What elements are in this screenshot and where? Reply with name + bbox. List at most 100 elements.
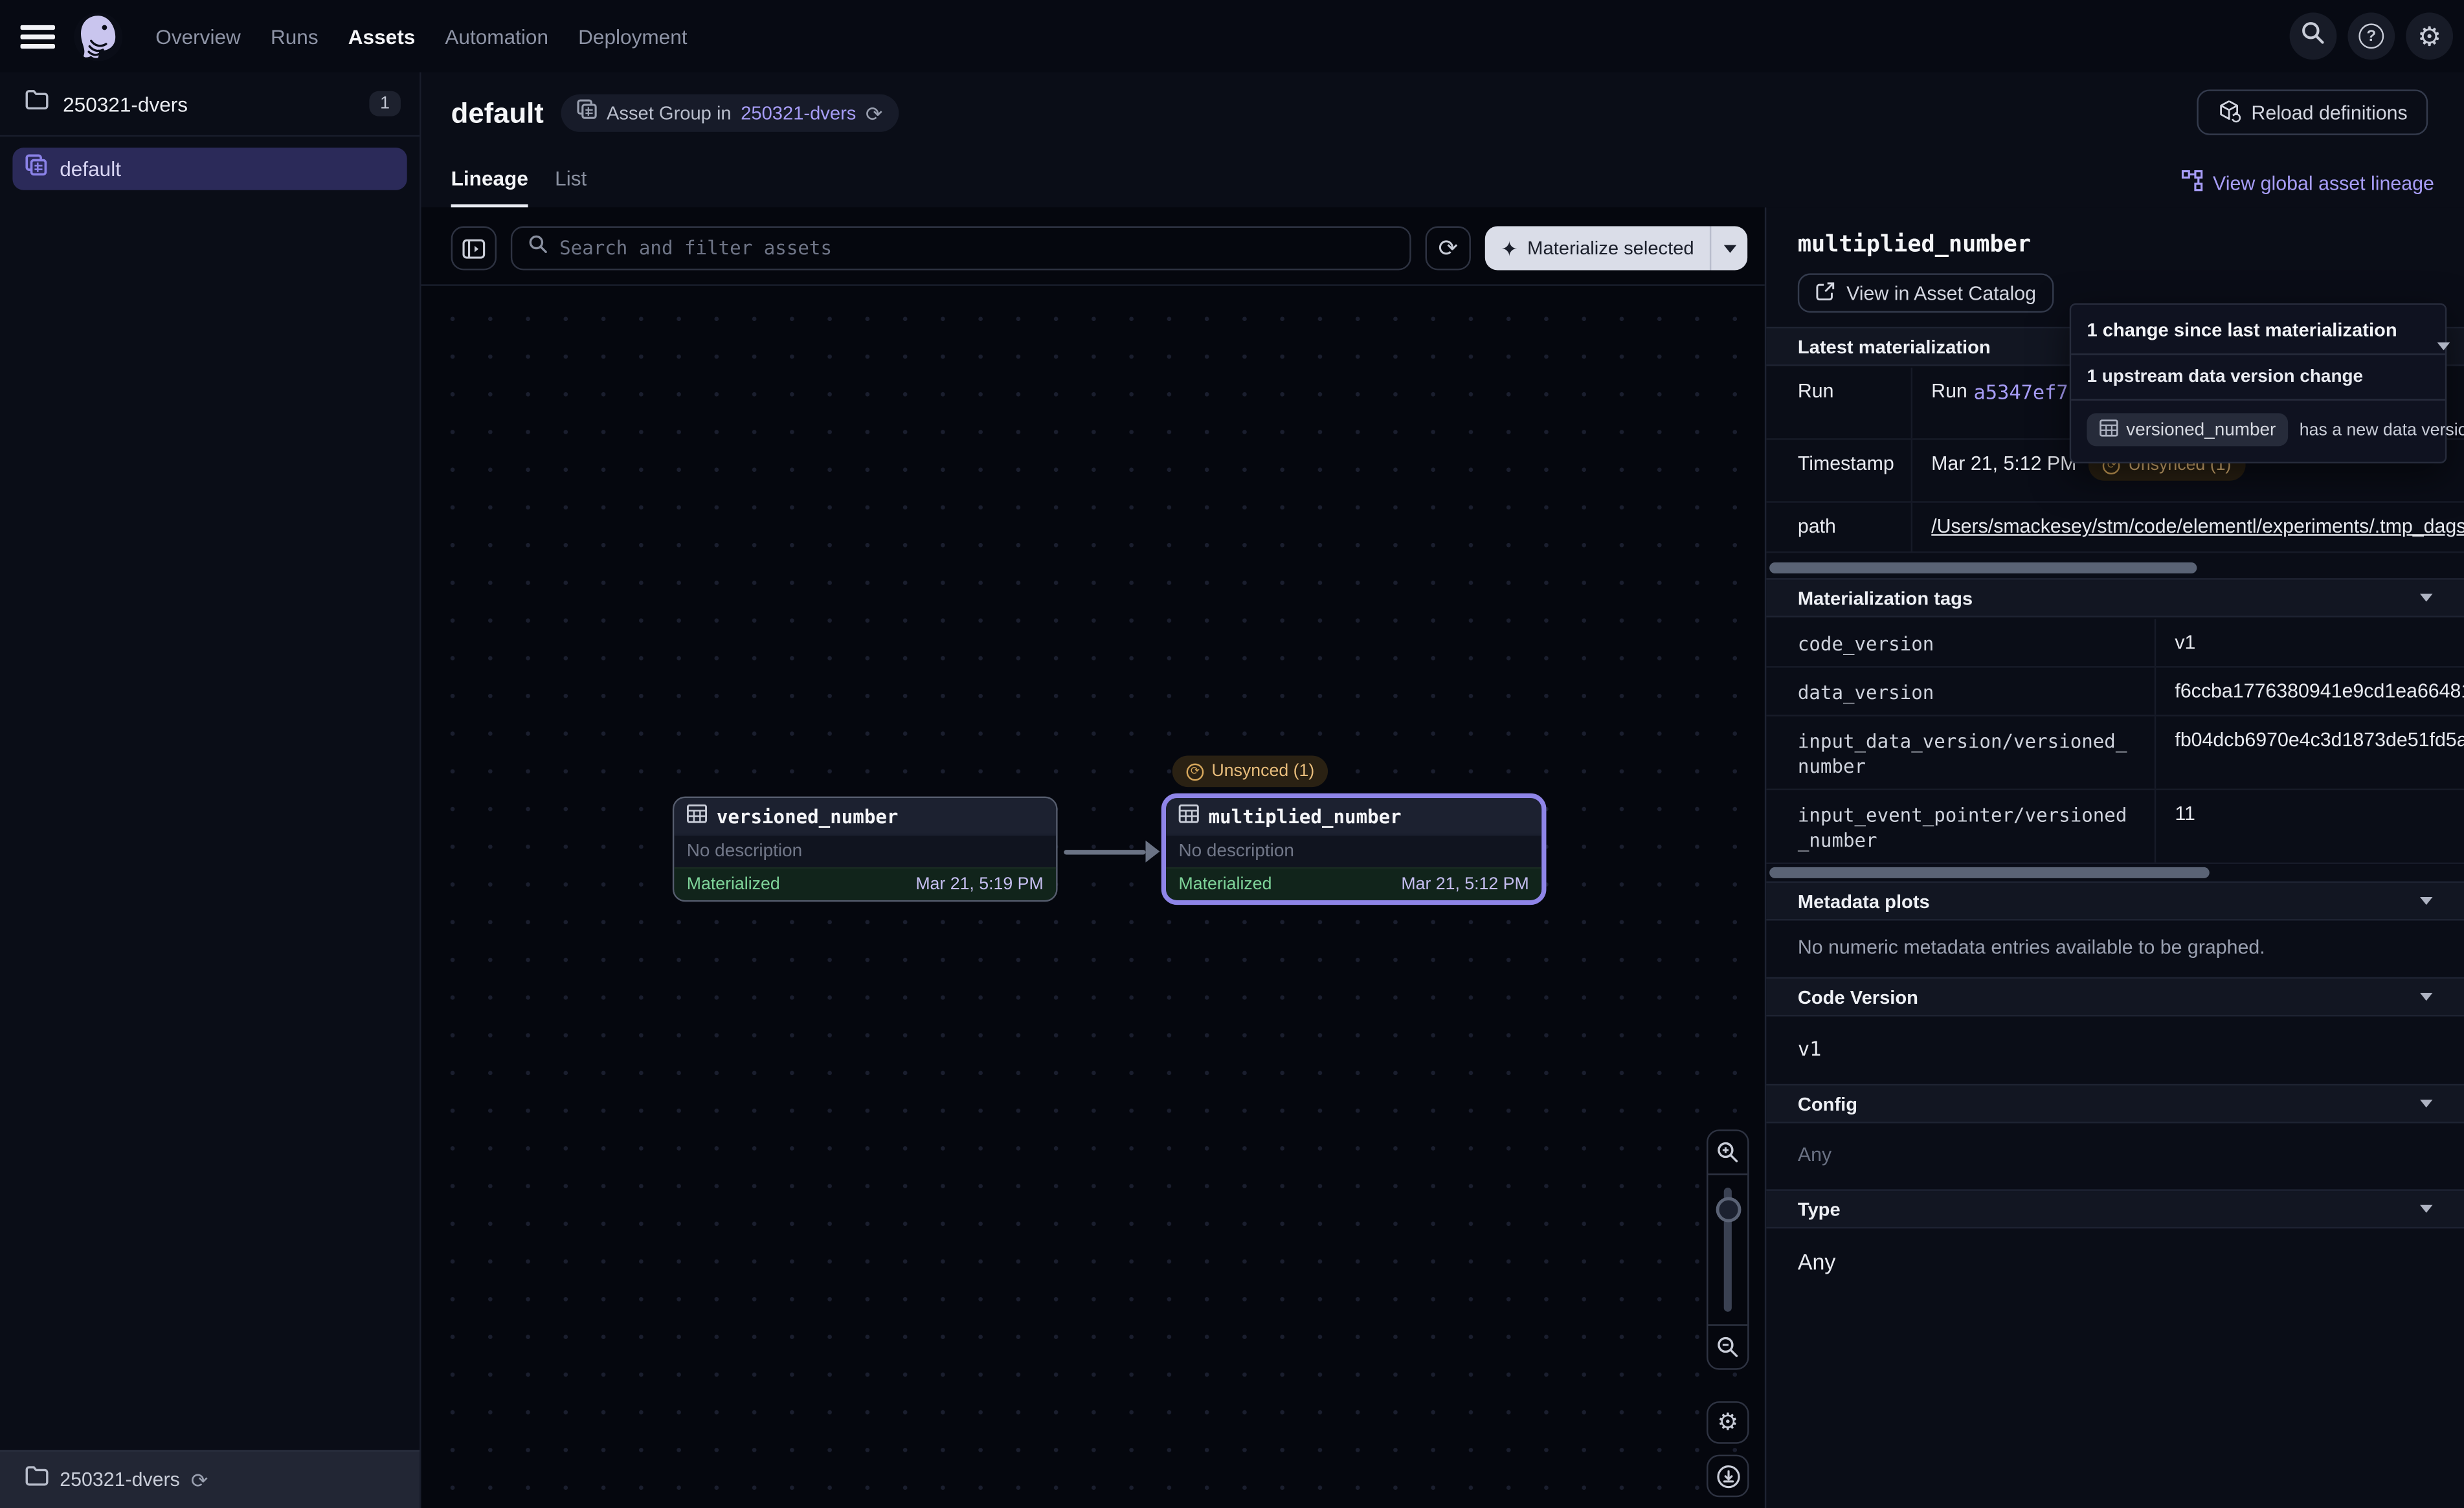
zoom-slider-knob[interactable] <box>1715 1197 1740 1223</box>
materialize-selected-button[interactable]: ✦ Materialize selected <box>1485 227 1710 271</box>
tab-lineage[interactable]: Lineage <box>451 166 528 207</box>
search-input[interactable] <box>559 238 1394 260</box>
tag-value: fb04dcb6970e4c3d1873de51fd5a5 <box>2156 716 2464 789</box>
view-global-asset-lineage-link[interactable]: View global asset lineage <box>2181 170 2434 196</box>
table-icon <box>2100 419 2118 441</box>
run-id-link[interactable]: a5347ef7 <box>1974 380 2068 403</box>
asset-pill[interactable]: versioned_number <box>2087 413 2288 446</box>
asset-group-badge[interactable]: Asset Group in 250321-dvers ⟳ <box>561 94 899 132</box>
tooltip-heading: 1 change since last materialization <box>2071 305 2445 355</box>
section-code-version[interactable]: Code Version <box>1766 977 2464 1017</box>
dagster-logo-icon[interactable] <box>74 12 122 60</box>
section-metadata-plots[interactable]: Metadata plots <box>1766 882 2464 921</box>
zoom-controls: ⚙ <box>1707 1129 1749 1497</box>
table-icon <box>1178 802 1199 830</box>
asset-node-multiplied-number[interactable]: multiplied_number No description Materia… <box>1161 793 1547 905</box>
tab-list[interactable]: List <box>555 166 587 207</box>
tag-value: v1 <box>2156 619 2464 666</box>
tag-value: f6ccba1776380941e9cd1ea66481d <box>2156 668 2464 715</box>
lineage-graph-canvas[interactable]: ⟳ ✦ Materialize selected ⟳ Unsynced (1) <box>421 207 1765 1508</box>
zoom-slider[interactable] <box>1708 1173 1747 1325</box>
section-title: Type <box>1798 1198 2420 1220</box>
asset-details-panel: multiplied_number View in Asset Catalog … <box>1765 207 2464 1508</box>
toggle-sidebar-panel-button[interactable] <box>451 227 497 271</box>
global-lineage-label: View global asset lineage <box>2213 172 2434 194</box>
view-in-asset-catalog-button[interactable]: View in Asset Catalog <box>1798 273 2054 313</box>
tooltip-subheading: 1 upstream data version change <box>2071 355 2445 401</box>
page-title: default <box>451 96 544 129</box>
reload-definitions-button[interactable]: Reload definitions <box>2196 89 2428 135</box>
search-icon <box>528 234 549 263</box>
code-version-value: v1 <box>1798 1037 1822 1060</box>
download-graph-button[interactable] <box>1707 1455 1749 1498</box>
tag-row: code_version v1 <box>1766 619 2464 667</box>
refresh-icon[interactable]: ⟳ <box>191 1470 208 1491</box>
settings-button[interactable]: ⚙ <box>2406 12 2453 60</box>
search-button[interactable] <box>2290 12 2337 60</box>
tag-value: 11 <box>2156 790 2464 863</box>
nav-links: Overview Runs Assets Automation Deployme… <box>155 25 687 48</box>
horizontal-scrollbar[interactable] <box>1769 562 2197 573</box>
hamburger-menu-icon[interactable] <box>21 19 55 53</box>
help-button[interactable]: ? <box>2347 12 2395 60</box>
badge-repo-link[interactable]: 250321-dvers <box>741 102 856 124</box>
nav-deployment[interactable]: Deployment <box>578 25 687 48</box>
badge-prefix: Asset Group in <box>607 102 732 124</box>
table-icon <box>687 802 708 830</box>
type-value: Any <box>1798 1249 1836 1274</box>
asset-node-timestamp: Mar 21, 5:12 PM <box>1401 875 1529 894</box>
search-icon <box>2301 19 2326 52</box>
help-icon: ? <box>2358 23 2384 49</box>
sidebar-repo-name: 250321-dvers <box>63 92 369 115</box>
tag-key: code_version <box>1766 619 2156 666</box>
metadata-plots-empty-state: No numeric metadata entries available to… <box>1798 937 2265 959</box>
tag-row: input_data_version/versioned_number fb04… <box>1766 716 2464 790</box>
asset-node-status: Materialized <box>687 875 780 894</box>
row-label: path <box>1766 503 1912 551</box>
tag-key: input_data_version/versioned_number <box>1766 716 2156 789</box>
unsynced-label: Unsynced (1) <box>1211 762 1314 781</box>
tag-row: input_event_pointer/versioned_number 11 <box>1766 790 2464 864</box>
refresh-graph-button[interactable]: ⟳ <box>1426 227 1471 271</box>
section-title: Metadata plots <box>1798 890 2420 912</box>
asset-pill-label: versioned_number <box>2126 420 2276 439</box>
nav-runs[interactable]: Runs <box>271 25 319 48</box>
sidebar-repo-row[interactable]: 250321-dvers 1 <box>0 72 420 137</box>
change-tooltip: 1 change since last materialization 1 up… <box>2070 303 2447 463</box>
chevron-down-icon <box>1723 244 1736 252</box>
materialize-dropdown-button[interactable] <box>1710 227 1747 271</box>
section-materialization-tags[interactable]: Materialization tags <box>1766 578 2464 617</box>
section-type[interactable]: Type <box>1766 1189 2464 1228</box>
chevron-down-icon <box>2420 897 2432 905</box>
zoom-in-button[interactable] <box>1708 1131 1747 1174</box>
refresh-icon[interactable]: ⟳ <box>866 103 882 124</box>
chevron-down-icon[interactable] <box>2437 342 2450 350</box>
graph-settings-button[interactable]: ⚙ <box>1707 1401 1749 1444</box>
section-title: Code Version <box>1798 986 2420 1008</box>
folder-icon <box>25 89 49 118</box>
asset-node-description: No description <box>1166 834 1541 867</box>
nav-assets[interactable]: Assets <box>348 25 416 48</box>
asset-group-icon <box>25 154 47 184</box>
sidebar-item-default-group[interactable]: default <box>12 148 407 190</box>
nav-automation[interactable]: Automation <box>445 25 548 48</box>
asset-group-icon <box>577 99 598 128</box>
sidebar-repo-count-badge: 1 <box>369 91 401 116</box>
app-window: Overview Runs Assets Automation Deployme… <box>0 0 2464 1508</box>
horizontal-scrollbar[interactable] <box>1769 867 2210 878</box>
asset-node-description: No description <box>674 834 1056 867</box>
chevron-down-icon <box>2420 1100 2432 1107</box>
timestamp-value: Mar 21, 5:12 PM <box>1931 452 2076 474</box>
table-row-path: path /Users/smackesey/stm/code/elementl/… <box>1766 503 2464 553</box>
sidebar-footer[interactable]: 250321-dvers ⟳ <box>0 1450 420 1508</box>
section-config[interactable]: Config <box>1766 1084 2464 1124</box>
asset-node-versioned-number[interactable]: versioned_number No description Material… <box>673 797 1058 902</box>
zoom-out-button[interactable] <box>1708 1326 1747 1369</box>
view-in-asset-catalog-label: View in Asset Catalog <box>1846 282 2036 304</box>
panel-expand-icon <box>462 238 486 259</box>
graph-unsynced-badge[interactable]: ⟳ Unsynced (1) <box>1172 756 1328 788</box>
reload-definitions-label: Reload definitions <box>2251 102 2407 124</box>
path-link[interactable]: /Users/smackesey/stm/code/elementl/exper… <box>1931 515 2464 537</box>
section-title: Config <box>1798 1092 2420 1114</box>
nav-overview[interactable]: Overview <box>155 25 241 48</box>
